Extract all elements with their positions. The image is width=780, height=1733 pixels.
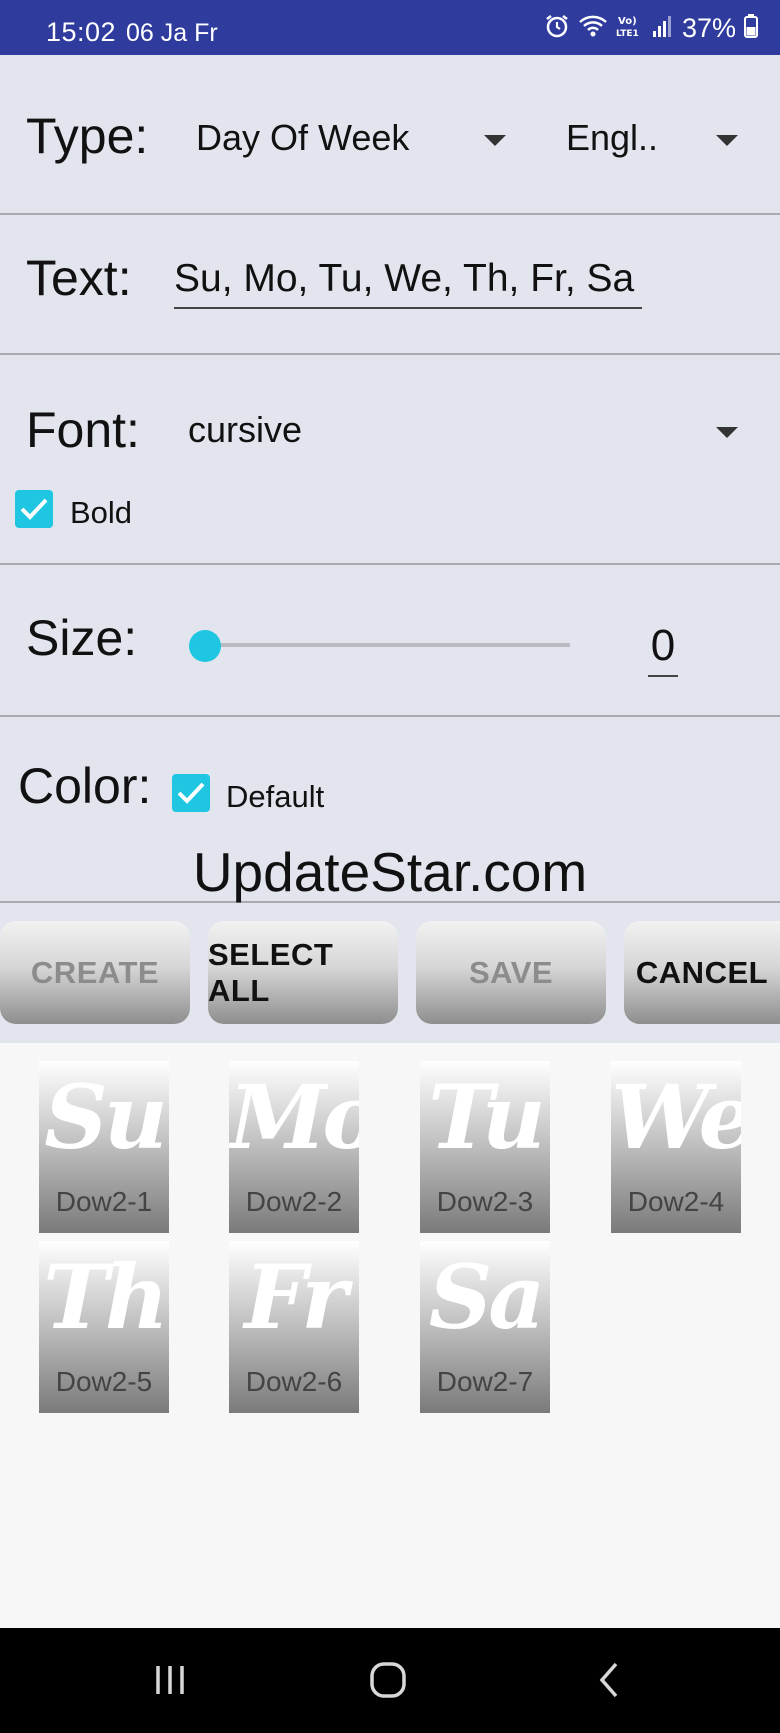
tile-caption: Dow2-2 [245, 1186, 343, 1217]
tile-glyph: Tu [428, 1065, 545, 1169]
svg-text:LTE1: LTE1 [616, 29, 639, 39]
color-label: Color: [18, 758, 152, 814]
preview-tile[interactable]: Th Dow2-5 [39, 1241, 169, 1413]
tile-glyph: We [611, 1065, 741, 1169]
tile-glyph: Fr [244, 1245, 347, 1349]
default-color-label: Default [226, 779, 325, 814]
type-label: Type: [26, 108, 149, 164]
type-dropdown-value: Day Of Week [196, 117, 410, 158]
chevron-down-icon [484, 135, 506, 146]
font-label: Font: [26, 402, 140, 458]
size-row: Size: 0 [0, 565, 780, 717]
tile-caption: Dow2-6 [245, 1366, 343, 1397]
save-button[interactable]: SAVE [416, 921, 606, 1024]
font-dropdown[interactable]: cursive [180, 397, 750, 461]
tile-caption: Dow2-5 [55, 1366, 153, 1397]
text-row: Text: Su, Mo, Tu, We, Th, Fr, Sa [0, 215, 780, 355]
preview-tile[interactable]: Su Dow2-1 [39, 1061, 169, 1233]
preview-tile[interactable]: Fr Dow2-6 [229, 1241, 359, 1413]
tile-glyph: Th [43, 1245, 168, 1349]
chevron-down-icon [716, 427, 738, 438]
wifi-icon [578, 13, 608, 44]
font-dropdown-value: cursive [188, 409, 303, 450]
bold-checkbox[interactable] [15, 490, 53, 528]
tile-glyph: Sa [428, 1245, 546, 1349]
text-label: Text: [26, 250, 132, 306]
battery-percent: 37% [681, 12, 736, 43]
slider-track [205, 643, 570, 647]
preview-tile[interactable]: Mo Dow2-2 [229, 1061, 359, 1233]
home-icon[interactable] [368, 1660, 408, 1705]
tile-glyph: Mo [229, 1065, 359, 1169]
cancel-button[interactable]: CANCEL [624, 921, 780, 1024]
preview-grid: Su Dow2-1 Mo Dow2-2 Tu Dow2-3 We Dow2-4 … [0, 1043, 780, 1628]
status-icons: Vo) LTE1 37% [544, 12, 758, 44]
create-button[interactable]: CREATE [0, 921, 190, 1024]
back-icon[interactable] [590, 1660, 630, 1705]
preview-tile[interactable]: Sa Dow2-7 [420, 1241, 550, 1413]
checkmark-icon [177, 782, 205, 804]
tile-caption: Dow2-7 [436, 1366, 534, 1397]
language-dropdown-value: Engl.. [566, 117, 659, 158]
language-dropdown[interactable]: Engl.. [560, 105, 750, 169]
slider-thumb[interactable] [189, 630, 221, 662]
tile-caption: Dow2-4 [627, 1186, 725, 1217]
select-all-button[interactable]: SELECT ALL [208, 921, 398, 1024]
text-input[interactable]: Su, Mo, Tu, We, Th, Fr, Sa [174, 257, 642, 309]
tile-caption: Dow2-3 [436, 1186, 534, 1217]
font-row: Font: cursive Bold [0, 355, 780, 565]
type-row: Type: Day Of Week Engl.. [0, 55, 780, 215]
alarm-icon [544, 13, 570, 44]
chevron-down-icon [716, 135, 738, 146]
size-slider[interactable] [0, 565, 600, 717]
preview-tile[interactable]: We Dow2-4 [611, 1061, 741, 1233]
recent-apps-icon[interactable] [150, 1660, 190, 1705]
watermark-text: UpdateStar.com [192, 841, 588, 903]
checkmark-icon [20, 498, 48, 520]
signal-icon [652, 13, 674, 44]
type-dropdown[interactable]: Day Of Week [190, 105, 510, 169]
volte-icon: Vo) LTE1 [616, 13, 644, 44]
tile-glyph: Su [44, 1065, 168, 1169]
tile-caption: Dow2-1 [55, 1186, 153, 1217]
svg-text:Vo): Vo) [618, 16, 637, 27]
action-button-bar: CREATE SELECT ALL SAVE CANCEL [0, 903, 780, 1043]
preview-tile[interactable]: Tu Dow2-3 [420, 1061, 550, 1233]
default-color-checkbox[interactable] [172, 774, 210, 812]
status-date: 06 Ja Fr [126, 19, 218, 47]
status-bar: 15:02 06 Ja Fr Vo) LTE1 37% [0, 0, 780, 55]
size-value-field[interactable]: 0 [648, 621, 678, 677]
battery-icon [744, 13, 758, 44]
status-time: 15:02 [46, 17, 117, 47]
system-nav-bar [0, 1628, 780, 1733]
bold-label: Bold [70, 495, 133, 530]
settings-panel: Type: Day Of Week Engl.. Text: Su, Mo, T… [0, 55, 780, 903]
